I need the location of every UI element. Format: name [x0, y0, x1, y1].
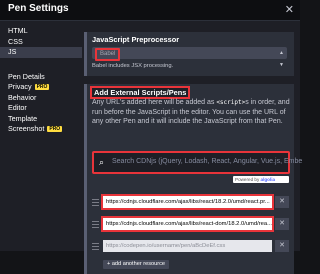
preprocessor-select[interactable]: Babel ▲ ▼: [92, 47, 287, 68]
remove-resource-icon[interactable]: ✕: [275, 196, 289, 208]
remove-resource-icon[interactable]: ✕: [275, 240, 289, 252]
sidebar-group-editors: HTML CSS JS: [0, 26, 82, 58]
dialog-header: Pen Settings ✕: [0, 0, 300, 21]
sidebar-item-behavior[interactable]: Behavior: [0, 93, 82, 104]
sidebar-item-label: Privacy: [8, 82, 32, 91]
preprocessor-help: Babel includes JSX processing.: [92, 63, 174, 69]
drag-handle-icon[interactable]: — — —: [92, 196, 99, 209]
sidebar-item-label: CSS: [8, 36, 23, 46]
sidebar-item-label: Editor: [8, 103, 27, 112]
sidebar-item-css[interactable]: CSS: [0, 37, 82, 48]
powered-by-algolia: Powered by algolia: [233, 176, 289, 183]
external-scripts-description: Any URL's added here will be added as <s…: [92, 98, 292, 127]
resource-url-placeholder: https://codepen.io/username/pen/aBcDeEf.…: [106, 243, 226, 249]
sidebar-item-editor[interactable]: Editor: [0, 103, 82, 114]
settings-content: JavaScript Preprocessor Babel ▲ ▼ Babel i…: [84, 24, 302, 274]
sidebar-item-pen-details[interactable]: Pen Details: [0, 72, 82, 83]
algolia-logo: algolia: [260, 177, 276, 182]
add-resource-button[interactable]: + add another resource: [103, 260, 169, 269]
resource-url-input[interactable]: https://codepen.io/username/pen/aBcDeEf.…: [103, 240, 272, 252]
remove-resource-icon[interactable]: ✕: [275, 218, 289, 230]
sidebar-item-label: Behavior: [8, 92, 37, 102]
resource-url-input[interactable]: https://cdnjs.cloudflare.com/ajax/libs/r…: [101, 216, 274, 232]
resource-row: — — — https://cdnjs.cloudflare.com/ajax/li…: [92, 216, 290, 232]
description-text: Any URL's added here will be added as: [92, 99, 217, 106]
pro-badge: PRO: [47, 126, 63, 132]
preprocessor-title: JavaScript Preprocessor: [92, 35, 180, 44]
sidebar-group-pen: Pen Details Privacy PRO Behavior Editor T…: [0, 72, 82, 135]
resource-url-value: https://cdnjs.cloudflare.com/ajax/libs/r…: [106, 199, 270, 205]
sidebar-item-screenshot[interactable]: Screenshot PRO: [0, 124, 82, 135]
preprocessor-selected-value: Babel: [95, 48, 121, 61]
dialog-title: Pen Settings: [8, 3, 69, 14]
pen-settings-dialog: Pen Settings ✕ HTML CSS JS Pen Details P…: [0, 0, 302, 274]
pro-badge: PRO: [34, 84, 50, 90]
powered-by-label: Powered by: [235, 177, 260, 182]
search-placeholder: Search CDNjs (jQuery, Lodash, React, Ang…: [112, 158, 303, 165]
resource-url-input[interactable]: https://cdnjs.cloudflare.com/ajax/libs/r…: [101, 194, 274, 210]
external-scripts-panel: Add External Scripts/Pens Any URL's adde…: [84, 84, 302, 274]
select-arrows-icon: ▲ ▼: [279, 50, 284, 68]
sidebar-item-js[interactable]: JS: [0, 47, 82, 58]
sidebar-item-label: Pen Details: [8, 71, 45, 81]
external-scripts-title: Add External Scripts/Pens: [89, 86, 191, 99]
preprocessor-panel: JavaScript Preprocessor Babel ▲ ▼ Babel i…: [84, 32, 294, 76]
sidebar-item-label: JS: [8, 47, 17, 56]
settings-sidebar: HTML CSS JS Pen Details Privacy PRO Behav…: [0, 21, 82, 251]
sidebar-item-template[interactable]: Template: [0, 114, 82, 125]
resource-url-value: https://cdnjs.cloudflare.com/ajax/libs/r…: [106, 221, 272, 227]
close-icon[interactable]: ✕: [285, 3, 294, 16]
drag-handle-icon[interactable]: — — —: [92, 240, 99, 253]
sidebar-item-label: HTML: [8, 26, 28, 35]
script-tag-code: <script>: [216, 99, 246, 106]
sidebar-item-label: Screenshot: [8, 124, 45, 133]
search-icon: ⌕: [99, 157, 105, 167]
sidebar-item-html[interactable]: HTML: [0, 26, 82, 37]
drag-handle-icon[interactable]: — — —: [92, 218, 99, 231]
resource-row: — — — https://cdnjs.cloudflare.com/ajax/li…: [92, 194, 290, 210]
sidebar-item-privacy[interactable]: Privacy PRO: [0, 82, 82, 93]
resource-row: — — — https://codepen.io/username/pen/aBcD…: [92, 240, 290, 253]
sidebar-item-label: Template: [8, 113, 38, 123]
cdnjs-search-input[interactable]: ⌕ Search CDNjs (jQuery, Lodash, React, A…: [92, 151, 302, 174]
